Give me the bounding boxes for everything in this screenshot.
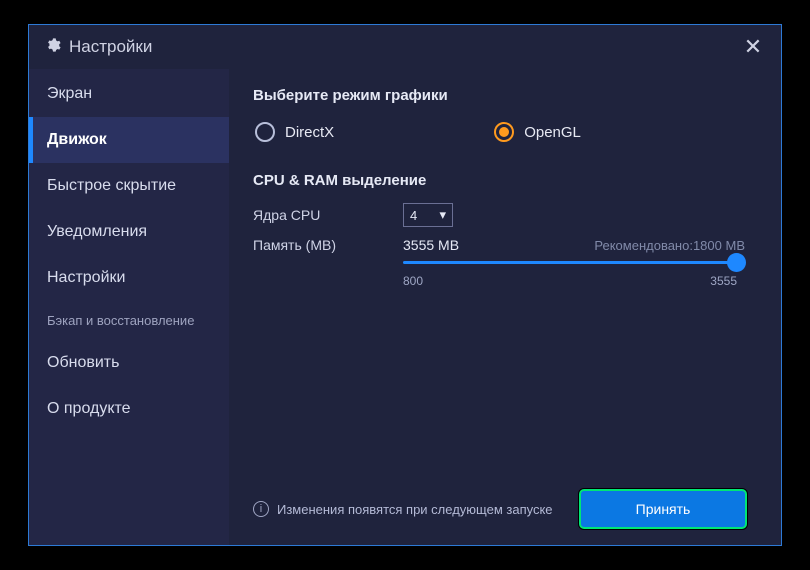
sidebar-item-screen[interactable]: Экран bbox=[29, 71, 229, 117]
sidebar-item-label: Обновить bbox=[47, 354, 119, 371]
sidebar-item-settings[interactable]: Настройки bbox=[29, 255, 229, 301]
sidebar-item-label: Настройки bbox=[47, 269, 125, 286]
graphics-radio-group: DirectX OpenGL bbox=[253, 122, 745, 142]
accept-button-label: Принять bbox=[636, 501, 691, 517]
sidebar: Экран Движок Быстрое скрытие Уведомления… bbox=[29, 69, 229, 545]
sidebar-item-quick-hide[interactable]: Быстрое скрытие bbox=[29, 163, 229, 209]
window-title: Настройки bbox=[69, 37, 152, 57]
sidebar-item-label: Быстрое скрытие bbox=[47, 177, 176, 194]
close-button[interactable]: ✕ bbox=[741, 35, 765, 59]
slider-track bbox=[403, 261, 737, 264]
slider-max: 3555 bbox=[710, 274, 737, 288]
memory-slider[interactable]: 800 3555 bbox=[403, 261, 745, 288]
settings-window: Настройки ✕ Экран Движок Быстрое скрытие… bbox=[28, 24, 782, 546]
memory-value: 3555 MB bbox=[403, 237, 553, 253]
titlebar: Настройки ✕ bbox=[29, 25, 781, 69]
sidebar-item-notifications[interactable]: Уведомления bbox=[29, 209, 229, 255]
select-value: 4 bbox=[410, 208, 417, 223]
gear-icon bbox=[45, 37, 61, 58]
sidebar-item-label: О продукте bbox=[47, 400, 131, 417]
radio-directx[interactable]: DirectX bbox=[255, 122, 334, 142]
info-icon: i bbox=[253, 501, 269, 517]
slider-labels: 800 3555 bbox=[403, 274, 737, 288]
radio-label: DirectX bbox=[285, 124, 334, 141]
sidebar-item-about[interactable]: О продукте bbox=[29, 386, 229, 432]
cpu-row: Ядра CPU 4 ▾ bbox=[253, 203, 745, 227]
accept-button[interactable]: Принять bbox=[581, 491, 745, 527]
memory-recommended: Рекомендовано:1800 MB bbox=[594, 238, 745, 253]
graphics-heading: Выберите режим графики bbox=[253, 87, 745, 104]
sidebar-item-update[interactable]: Обновить bbox=[29, 340, 229, 386]
radio-label: OpenGL bbox=[524, 124, 581, 141]
slider-thumb[interactable] bbox=[727, 253, 746, 272]
window-body: Экран Движок Быстрое скрытие Уведомления… bbox=[29, 69, 781, 545]
sidebar-item-backup[interactable]: Бэкап и восстановление bbox=[29, 301, 229, 340]
resources-heading: CPU & RAM выделение bbox=[253, 172, 745, 189]
sidebar-item-label: Экран bbox=[47, 85, 92, 102]
memory-row: Память (MB) 3555 MB Рекомендовано:1800 M… bbox=[253, 237, 745, 253]
radio-dot-icon bbox=[499, 127, 509, 137]
close-icon: ✕ bbox=[744, 34, 762, 60]
content-footer: i Изменения появятся при следующем запус… bbox=[253, 479, 745, 545]
cpu-label: Ядра CPU bbox=[253, 207, 403, 223]
sidebar-item-label: Движок bbox=[47, 131, 107, 148]
restart-notice: Изменения появятся при следующем запуске bbox=[277, 502, 553, 517]
memory-label: Память (MB) bbox=[253, 237, 403, 253]
cpu-cores-select[interactable]: 4 ▾ bbox=[403, 203, 453, 227]
radio-opengl[interactable]: OpenGL bbox=[494, 122, 581, 142]
sidebar-item-label: Уведомления bbox=[47, 223, 147, 240]
radio-icon bbox=[255, 122, 275, 142]
slider-min: 800 bbox=[403, 274, 423, 288]
radio-icon bbox=[494, 122, 514, 142]
content-panel: Выберите режим графики DirectX OpenGL CP… bbox=[229, 69, 781, 545]
sidebar-item-label: Бэкап и восстановление bbox=[47, 313, 194, 328]
sidebar-item-engine[interactable]: Движок bbox=[29, 117, 229, 163]
titlebar-left: Настройки bbox=[45, 37, 152, 58]
chevron-down-icon: ▾ bbox=[439, 207, 446, 223]
